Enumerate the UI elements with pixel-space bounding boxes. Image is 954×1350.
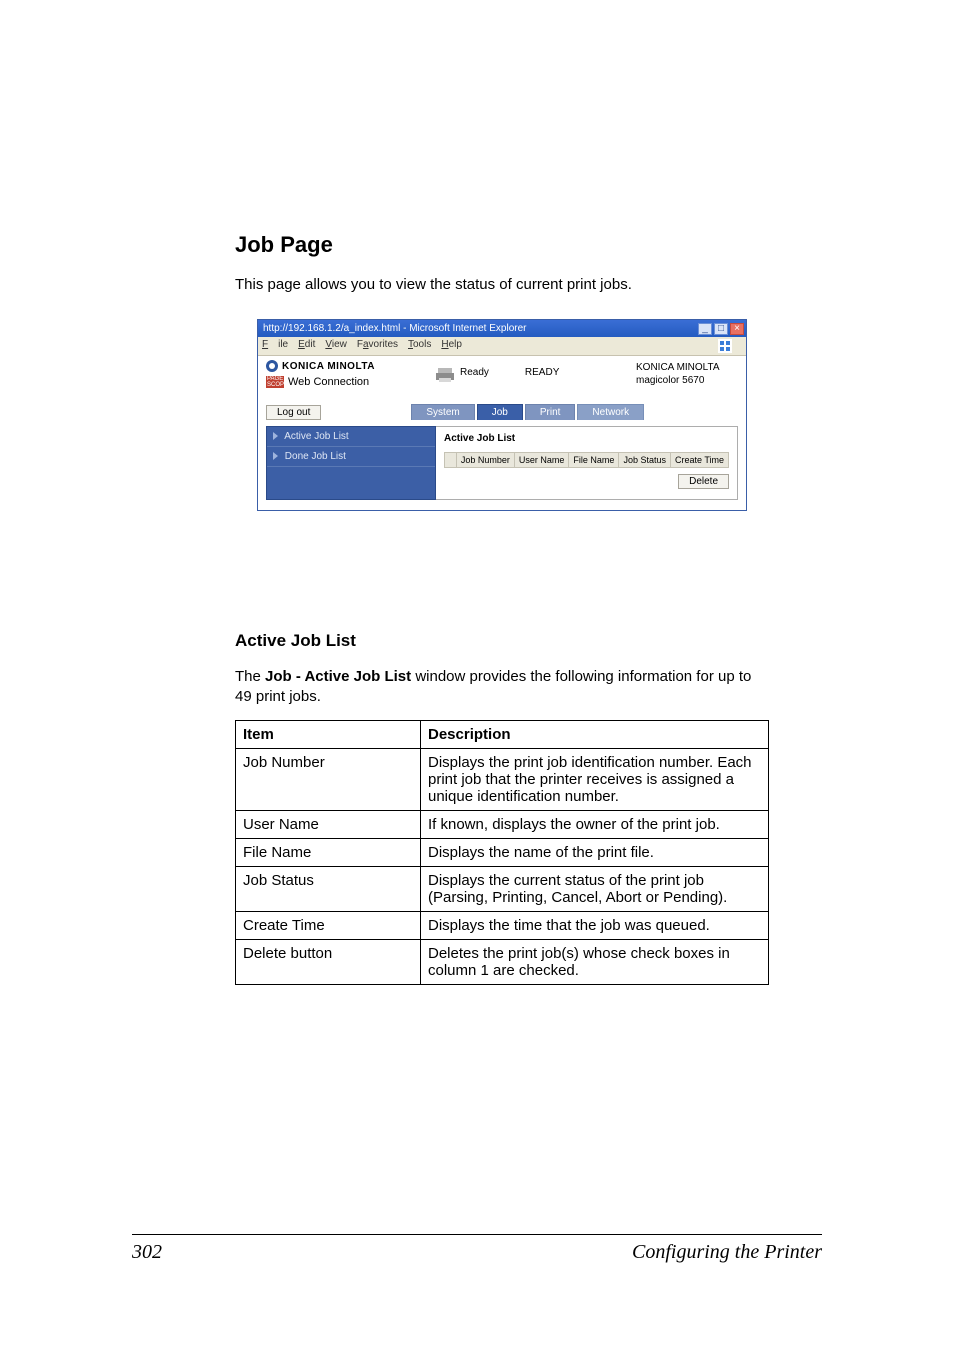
ie-window: http://192.168.1.2/a_index.html - Micros… xyxy=(257,319,747,511)
info-table: Item Description Job Number Displays the… xyxy=(235,720,769,985)
ie-titlebar: http://192.168.1.2/a_index.html - Micros… xyxy=(258,320,746,337)
table-row: User Name If known, displays the owner o… xyxy=(236,810,769,838)
close-icon[interactable]: × xyxy=(730,323,744,335)
status-ready-small: Ready xyxy=(460,367,489,378)
delete-row: Delete xyxy=(444,468,729,489)
model-line2: magicolor 5670 xyxy=(636,374,738,387)
triangle-icon xyxy=(273,432,278,440)
ie-menubar: File Edit View Favorites Tools Help xyxy=(258,337,746,356)
panel-title: Active Job List xyxy=(444,433,729,444)
page-number: 302 xyxy=(132,1241,162,1264)
status-area: Ready READY xyxy=(436,365,596,383)
ie-logo-icon xyxy=(718,339,732,353)
cell-desc: Displays the print job identification nu… xyxy=(421,748,769,810)
cell-item: File Name xyxy=(236,838,421,866)
cell-desc: Displays the name of the print file. xyxy=(421,838,769,866)
cell-item: User Name xyxy=(236,810,421,838)
ie-window-title: http://192.168.1.2/a_index.html - Micros… xyxy=(260,323,696,334)
intro-pre: The xyxy=(235,668,265,685)
ie-content: KONICA MINOLTA PAGE SCOPE Web Connection… xyxy=(258,356,746,510)
triangle-icon xyxy=(273,452,278,460)
table-row: Job Number Displays the print job identi… xyxy=(236,748,769,810)
table-header-row: Job Number User Name File Name Job Statu… xyxy=(445,453,729,468)
sidebar-item-active-job-list[interactable]: Active Job List xyxy=(267,427,435,447)
table-row: File Name Displays the name of the print… xyxy=(236,838,769,866)
table-row: Job Status Displays the current status o… xyxy=(236,866,769,911)
sidebar-item-done-job-list[interactable]: Done Job List xyxy=(267,447,435,467)
page-footer: 302 Configuring the Printer xyxy=(132,1234,822,1264)
cell-desc: Deletes the print job(s) whose check box… xyxy=(421,939,769,984)
page-heading: Job Page xyxy=(235,232,769,258)
tab-bar: System Job Print Network xyxy=(411,404,646,420)
cell-item: Create Time xyxy=(236,911,421,939)
page: Job Page This page allows you to view th… xyxy=(0,0,954,1350)
km-circle-icon xyxy=(266,360,278,372)
table-row: Create Time Displays the time that the j… xyxy=(236,911,769,939)
cell-desc: If known, displays the owner of the prin… xyxy=(421,810,769,838)
status-ready-big: READY xyxy=(525,367,559,378)
menu-file[interactable]: File xyxy=(262,339,288,353)
col-job-status: Job Status xyxy=(619,453,671,468)
cell-item: Job Status xyxy=(236,866,421,911)
cell-item: Delete button xyxy=(236,939,421,984)
intro-paragraph: This page allows you to view the status … xyxy=(235,276,769,293)
printer-icon xyxy=(436,367,454,383)
model-line1: KONICA MINOLTA xyxy=(636,361,738,374)
brand-left: KONICA MINOLTA PAGE SCOPE Web Connection xyxy=(266,360,436,388)
cell-item: Job Number xyxy=(236,748,421,810)
sidebar-item-label: Active Job List xyxy=(284,431,348,442)
logout-tab-row: Log out System Job Print Network xyxy=(266,404,738,420)
th-item: Item xyxy=(236,720,421,748)
web-connection-label: PAGE SCOPE Web Connection xyxy=(266,376,436,388)
logout-button[interactable]: Log out xyxy=(266,405,321,420)
brand-logo: KONICA MINOLTA xyxy=(266,360,436,372)
cell-desc: Displays the current status of the print… xyxy=(421,866,769,911)
col-create-time: Create Time xyxy=(670,453,728,468)
col-file-name: File Name xyxy=(569,453,619,468)
status-texts: Ready xyxy=(460,367,489,378)
table-row: Delete button Deletes the print job(s) w… xyxy=(236,939,769,984)
menu-view[interactable]: View xyxy=(325,339,347,353)
content-row: Active Job List Done Job List Active Job… xyxy=(266,426,738,500)
pagescope-icon: PAGE SCOPE xyxy=(266,376,284,388)
th-description: Description xyxy=(421,720,769,748)
menu-tools[interactable]: Tools xyxy=(408,339,431,353)
main-panel: Active Job List Job Number User Name Fil… xyxy=(436,426,738,500)
tab-system[interactable]: System xyxy=(411,404,474,420)
sidebar-item-label: Done Job List xyxy=(285,451,346,462)
model-info: KONICA MINOLTA magicolor 5670 xyxy=(596,361,738,387)
app-screenshot: http://192.168.1.2/a_index.html - Micros… xyxy=(257,319,769,511)
table-header-row: Item Description xyxy=(236,720,769,748)
tab-print[interactable]: Print xyxy=(525,404,576,420)
cell-desc: Displays the time that the job was queue… xyxy=(421,911,769,939)
tab-job[interactable]: Job xyxy=(477,404,523,420)
menu-help[interactable]: Help xyxy=(441,339,462,353)
intro-bold: Job - Active Job List xyxy=(265,668,411,685)
side-panel: Active Job List Done Job List xyxy=(266,426,436,500)
job-table: Job Number User Name File Name Job Statu… xyxy=(444,452,729,468)
menu-edit[interactable]: Edit xyxy=(298,339,315,353)
col-user-name: User Name xyxy=(514,453,569,468)
section-intro: The Job - Active Job List window provide… xyxy=(235,667,769,708)
section-heading: Active Job List xyxy=(235,631,769,651)
footer-title: Configuring the Printer xyxy=(632,1241,822,1264)
web-connection-text: Web Connection xyxy=(288,376,369,388)
brand-name: KONICA MINOLTA xyxy=(282,361,375,372)
tab-network[interactable]: Network xyxy=(577,404,644,420)
menu-favorites[interactable]: Favorites xyxy=(357,339,398,353)
col-checkbox xyxy=(445,453,457,468)
col-job-number: Job Number xyxy=(456,453,514,468)
maximize-icon[interactable]: □ xyxy=(714,323,728,335)
minimize-icon[interactable]: _ xyxy=(698,323,712,335)
brand-row: KONICA MINOLTA PAGE SCOPE Web Connection… xyxy=(266,360,738,388)
delete-button[interactable]: Delete xyxy=(678,474,729,489)
